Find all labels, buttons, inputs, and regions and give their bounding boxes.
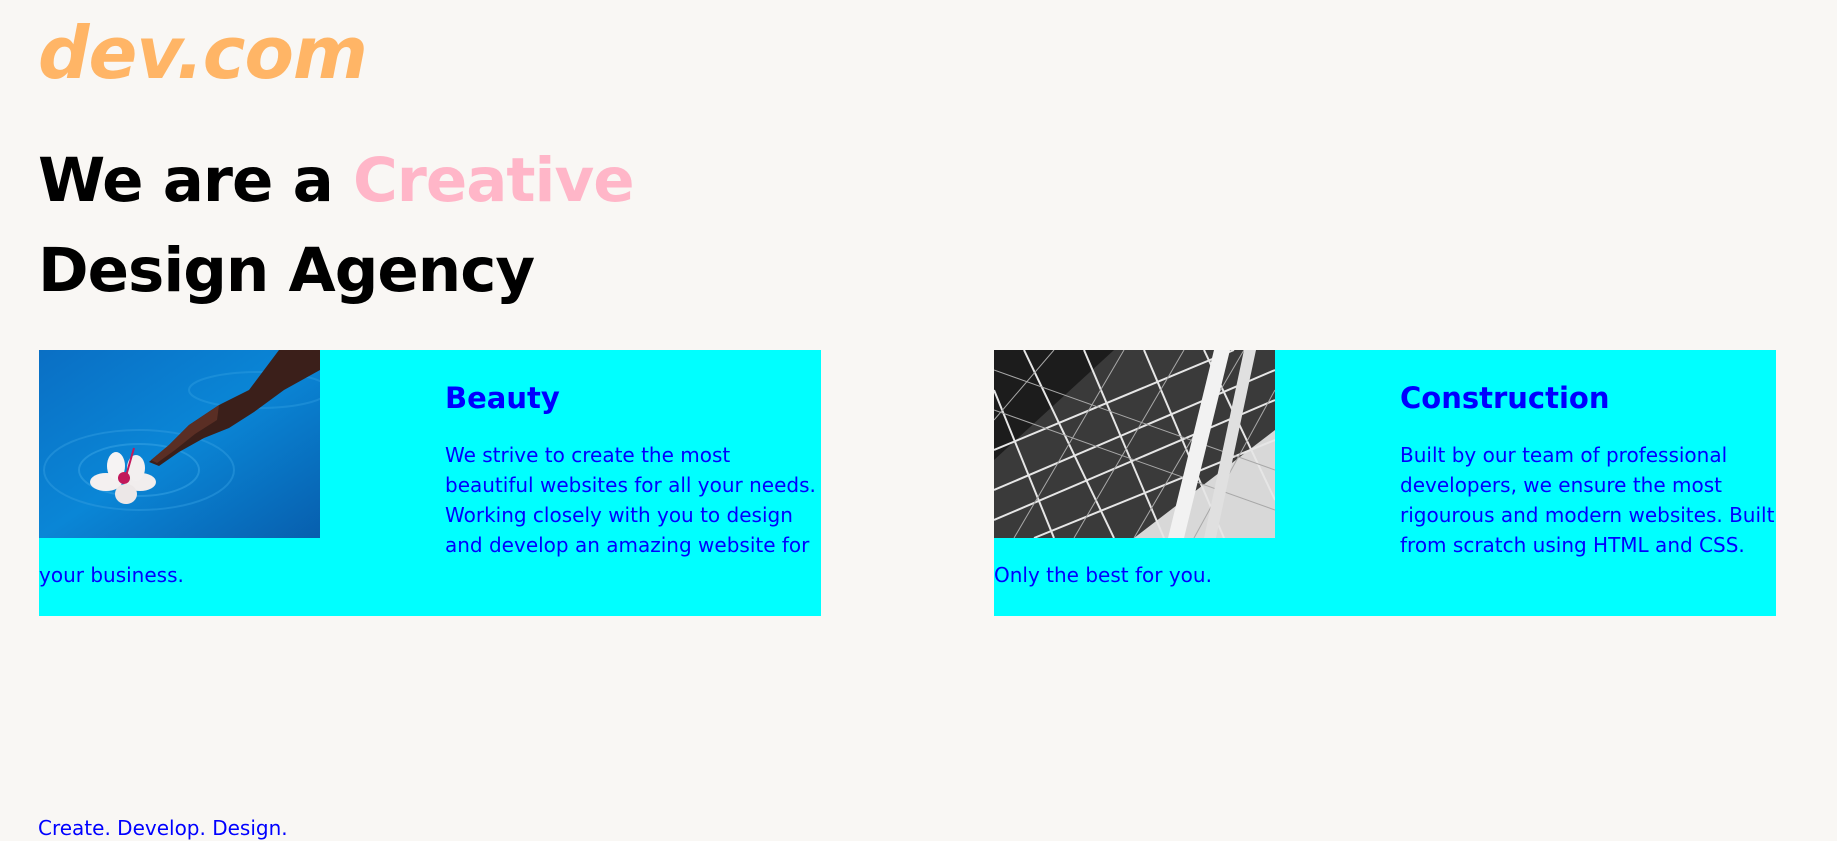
service-card-beauty: Beauty We strive to create the most beau… <box>39 350 821 616</box>
construction-image <box>994 350 1275 538</box>
beauty-image <box>39 350 320 538</box>
footer-tagline: Create. Develop. Design. <box>38 816 288 840</box>
hero-line1-accent: Creative <box>353 145 635 216</box>
hero-line1-prefix: We are a <box>38 145 334 216</box>
hero-headline: We are a Creative Design Agency <box>38 136 635 316</box>
service-card-construction: Construction Built by our team of profes… <box>994 350 1776 616</box>
page: dev.com We are a Creative Design Agency <box>0 0 1837 841</box>
hero-line2: Design Agency <box>38 235 535 306</box>
site-logo[interactable]: dev.com <box>38 10 368 96</box>
